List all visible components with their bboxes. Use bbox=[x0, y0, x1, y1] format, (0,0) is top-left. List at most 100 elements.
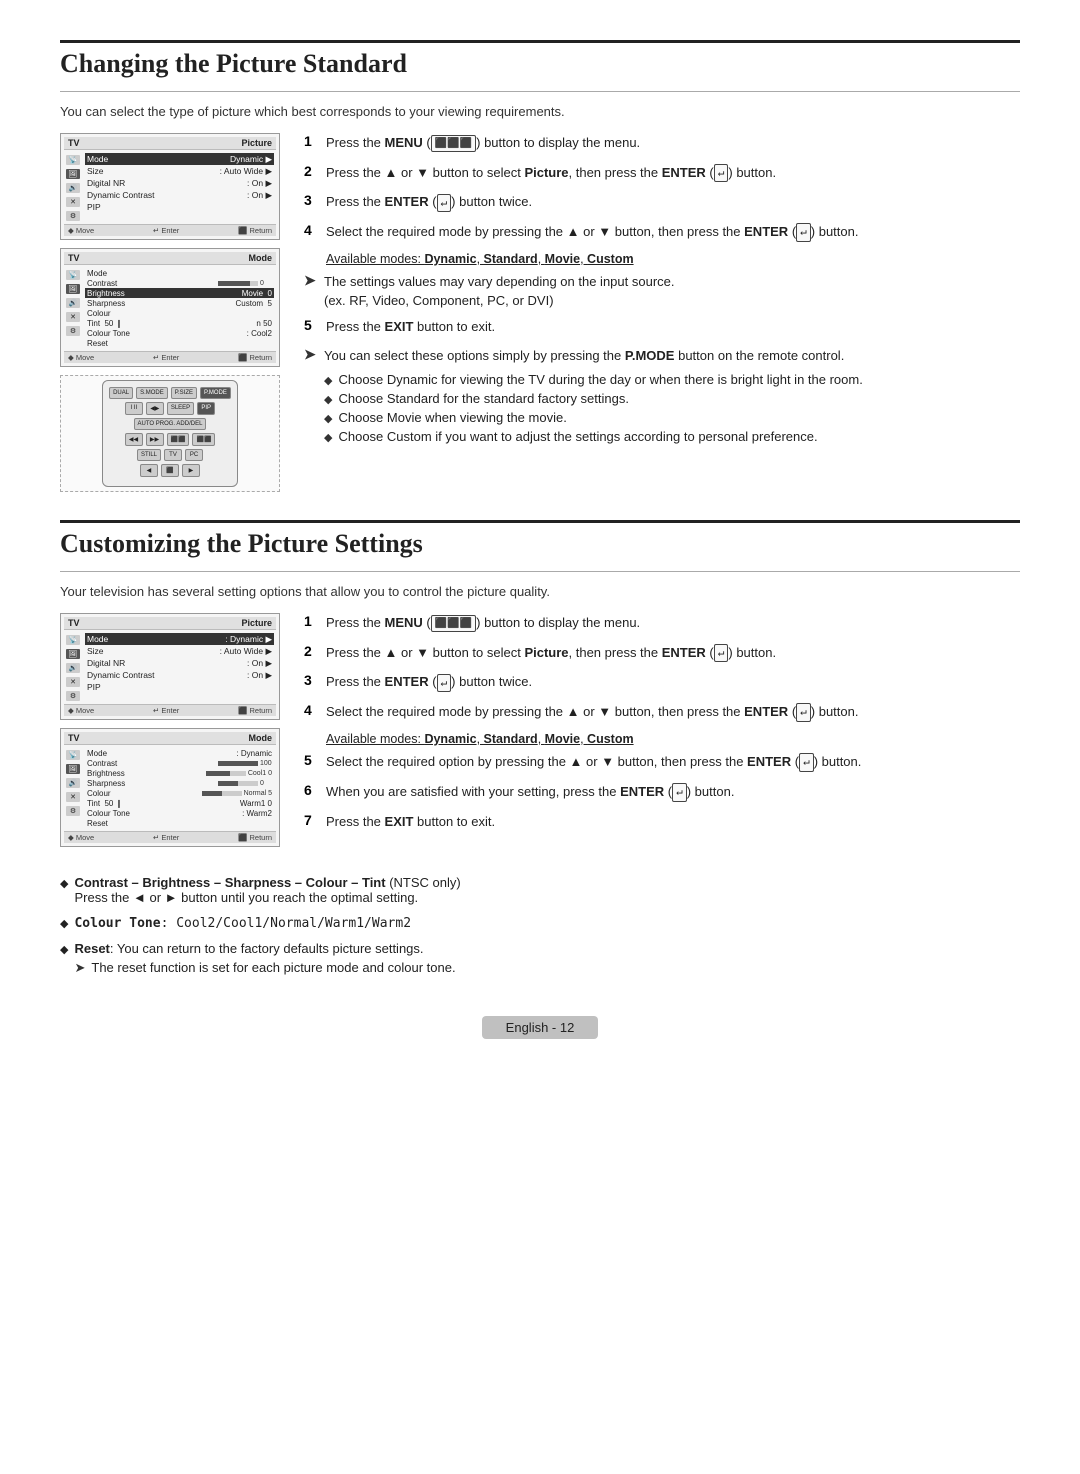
step1: 1 Press the MENU (⬛⬛⬛) button to display… bbox=[304, 133, 1020, 153]
remote-row1: DUAL S.MODE P.SIZE P.MODE bbox=[109, 387, 231, 399]
s2-icon-audio: 🔊 bbox=[66, 663, 80, 673]
remote-btn-b1: ◀ bbox=[140, 464, 158, 477]
step1-text: Press the MENU (⬛⬛⬛) button to display t… bbox=[326, 133, 640, 153]
s2-mode-contrast: Contrast 100 bbox=[85, 758, 274, 768]
remote-btn-r2: ▶▶ bbox=[146, 433, 164, 446]
s2-step2-num: 2 bbox=[304, 643, 318, 659]
remote-btn-tv: TV bbox=[164, 449, 182, 461]
s2-menu-row-pip: PIP bbox=[85, 681, 274, 692]
s2-step7-num: 7 bbox=[304, 812, 318, 828]
s2-mode-mode: Mode: Dynamic bbox=[85, 748, 274, 758]
step4: 4 Select the required mode by pressing t… bbox=[304, 222, 1020, 242]
remote-btn-pmode: P.MODE bbox=[200, 387, 231, 399]
bottom-note2-text: Colour Tone: Cool2/Cool1/Normal/Warm1/Wa… bbox=[74, 915, 411, 930]
s2-mode-reset: Reset bbox=[85, 818, 274, 828]
s2-screen2-footer: ◆ Move↵ Enter⬛ Return bbox=[64, 831, 276, 843]
mode-row-mode: Mode bbox=[85, 268, 274, 278]
bottom-note1: ◆ Contrast – Brightness – Sharpness – Co… bbox=[60, 875, 1020, 905]
mode-row-contrast: Contrast 0 bbox=[85, 278, 274, 288]
icon2-antenna: 📡 bbox=[66, 270, 80, 280]
remote-btn-r1: ◀◀ bbox=[125, 433, 143, 446]
remote-row6: ◀ ⬛ ▶ bbox=[109, 464, 231, 477]
menu-row-digital-nr: Digital NR: On ▶ bbox=[85, 177, 274, 189]
section-changing-picture: Changing the Picture Standard You can se… bbox=[60, 40, 1020, 500]
section2-bottom-notes: ◆ Contrast – Brightness – Sharpness – Co… bbox=[60, 875, 1020, 976]
bullet3: ◆ Choose Movie when viewing the movie. bbox=[324, 410, 1020, 425]
s2-step1-text: Press the MENU (⬛⬛⬛) button to display t… bbox=[326, 613, 640, 633]
remote-btn-psize: P.SIZE bbox=[171, 387, 197, 399]
screen2-header: TV Mode bbox=[64, 252, 276, 265]
diamond3: ◆ bbox=[324, 412, 332, 425]
s2-menu-row-mode: Mode: Dynamic ▶ bbox=[85, 633, 274, 645]
step2-text: Press the ▲ or ▼ button to select Pictur… bbox=[326, 163, 776, 183]
footer-badge: English - 12 bbox=[482, 1016, 599, 1039]
remote-btn-pc: PC bbox=[185, 449, 203, 461]
screen1-icons: 📡 🖼 🔊 ✕ ⚙ bbox=[66, 153, 80, 221]
section1-steps: 1 Press the MENU (⬛⬛⬛) button to display… bbox=[304, 133, 1020, 500]
s2-icon2-x: ✕ bbox=[66, 792, 80, 802]
s2-step5: 5 Select the required option by pressing… bbox=[304, 752, 1020, 772]
s2-step3-text: Press the ENTER (↵) button twice. bbox=[326, 672, 532, 692]
section1-screen1: TV Picture 📡 🖼 🔊 ✕ ⚙ ModeDynamic ▶ bbox=[60, 133, 280, 240]
s2-step5-text: Select the required option by pressing t… bbox=[326, 752, 861, 772]
icon2-audio: 🔊 bbox=[66, 298, 80, 308]
s2-mode-sharpness: Sharpness 0 bbox=[85, 778, 274, 788]
sub-text: The reset function is set for each pictu… bbox=[91, 960, 455, 975]
note1-text: The settings values may vary depending o… bbox=[324, 272, 675, 311]
mode-row-colourtone: Colour Tone: Cool2 bbox=[85, 328, 274, 338]
screen2-body: 📡 🖼 🔊 ✕ ⚙ Mode Contrast 0 bbox=[64, 265, 276, 351]
remote-btn-prev: ◀▶ bbox=[146, 402, 164, 415]
s2-step2: 2 Press the ▲ or ▼ button to select Pict… bbox=[304, 643, 1020, 663]
s2-mode-colourtone: Colour Tone: Warm2 bbox=[85, 808, 274, 818]
section1-screen2: TV Mode 📡 🖼 🔊 ✕ ⚙ Mode bbox=[60, 248, 280, 367]
bottom-note2-content: Colour Tone: Cool2/Cool1/Normal/Warm1/Wa… bbox=[74, 915, 411, 931]
screen1-footer: ◆ Move↵ Enter⬛ Return bbox=[64, 224, 276, 236]
s2-step5-num: 5 bbox=[304, 752, 318, 768]
s2-step7-text: Press the EXIT button to exit. bbox=[326, 812, 495, 832]
bullet4-text: Choose Custom if you want to adjust the … bbox=[338, 429, 817, 444]
s2-icon-x: ✕ bbox=[66, 677, 80, 687]
remote-btn-pip2: PIP bbox=[197, 402, 215, 415]
footer-label: English - 12 bbox=[506, 1020, 575, 1035]
screen1-menu: ModeDynamic ▶ Size: Auto Wide ▶ Digital … bbox=[85, 153, 274, 221]
s2-screen1-header: TV Picture bbox=[64, 617, 276, 630]
step2-num: 2 bbox=[304, 163, 318, 179]
remote-row5: STILL TV PC bbox=[109, 449, 231, 461]
note2-arrow: ➤ bbox=[304, 346, 318, 363]
icon-antenna: 📡 bbox=[66, 155, 80, 165]
s2-step6: 6 When you are satisfied with your setti… bbox=[304, 782, 1020, 802]
screen1-header-right: Picture bbox=[241, 138, 272, 148]
screen2-footer: ◆ Move↵ Enter⬛ Return bbox=[64, 351, 276, 363]
icon-audio: 🔊 bbox=[66, 183, 80, 193]
remote-btn-autoprog: AUTO PROG. ADD/DEL bbox=[134, 418, 207, 430]
s2-screen2-body: 📡 🖼 🔊 ✕ ⚙ Mode: Dynamic Contrast 100 bbox=[64, 745, 276, 831]
icon-x: ✕ bbox=[66, 197, 80, 207]
note2: ➤ You can select these options simply by… bbox=[304, 346, 1020, 366]
sub-arrow: ➤ bbox=[74, 960, 85, 976]
menu-row-pip: PIP bbox=[85, 201, 274, 212]
avail-modes-1: Available modes: Dynamic, Standard, Movi… bbox=[326, 252, 1020, 266]
icon2-x: ✕ bbox=[66, 312, 80, 322]
remote-row2: I II ◀▶ SLEEP PIP bbox=[109, 402, 231, 415]
icon2-settings: ⚙ bbox=[66, 326, 80, 336]
bullet1: ◆ Choose Dynamic for viewing the TV duri… bbox=[324, 372, 1020, 387]
bottom-note2: ◆ Colour Tone: Cool2/Cool1/Normal/Warm1/… bbox=[60, 915, 1020, 931]
section2-screenshots: TV Picture 📡 🖼 🔊 ✕ ⚙ Mode: Dynamic ▶ bbox=[60, 613, 280, 855]
s2-step3-num: 3 bbox=[304, 672, 318, 688]
menu-row-size: Size: Auto Wide ▶ bbox=[85, 165, 274, 177]
section2-content: TV Picture 📡 🖼 🔊 ✕ ⚙ Mode: Dynamic ▶ bbox=[60, 613, 1020, 855]
s2-s1-right: Picture bbox=[241, 618, 272, 628]
step4-num: 4 bbox=[304, 222, 318, 238]
note1: ➤ The settings values may vary depending… bbox=[304, 272, 1020, 311]
bottom-note1-text: Contrast – Brightness – Sharpness – Colo… bbox=[74, 875, 460, 905]
s2-step1-num: 1 bbox=[304, 613, 318, 629]
s2-icon-settings: ⚙ bbox=[66, 691, 80, 701]
s2-mode-colour: Colour Normal 5 bbox=[85, 788, 274, 798]
remote-btn-sleep: SLEEP bbox=[167, 402, 194, 415]
s2-menu-row-size: Size: Auto Wide ▶ bbox=[85, 645, 274, 657]
s2-mode-list: Mode: Dynamic Contrast 100 Brightness Co… bbox=[85, 748, 274, 828]
s2-icon2-picture: 🖼 bbox=[66, 764, 80, 774]
remote-btn-b2: ⬛ bbox=[161, 464, 179, 477]
section-customizing-picture: Customizing the Picture Settings Your te… bbox=[60, 520, 1020, 976]
remote-row3: AUTO PROG. ADD/DEL bbox=[109, 418, 231, 430]
